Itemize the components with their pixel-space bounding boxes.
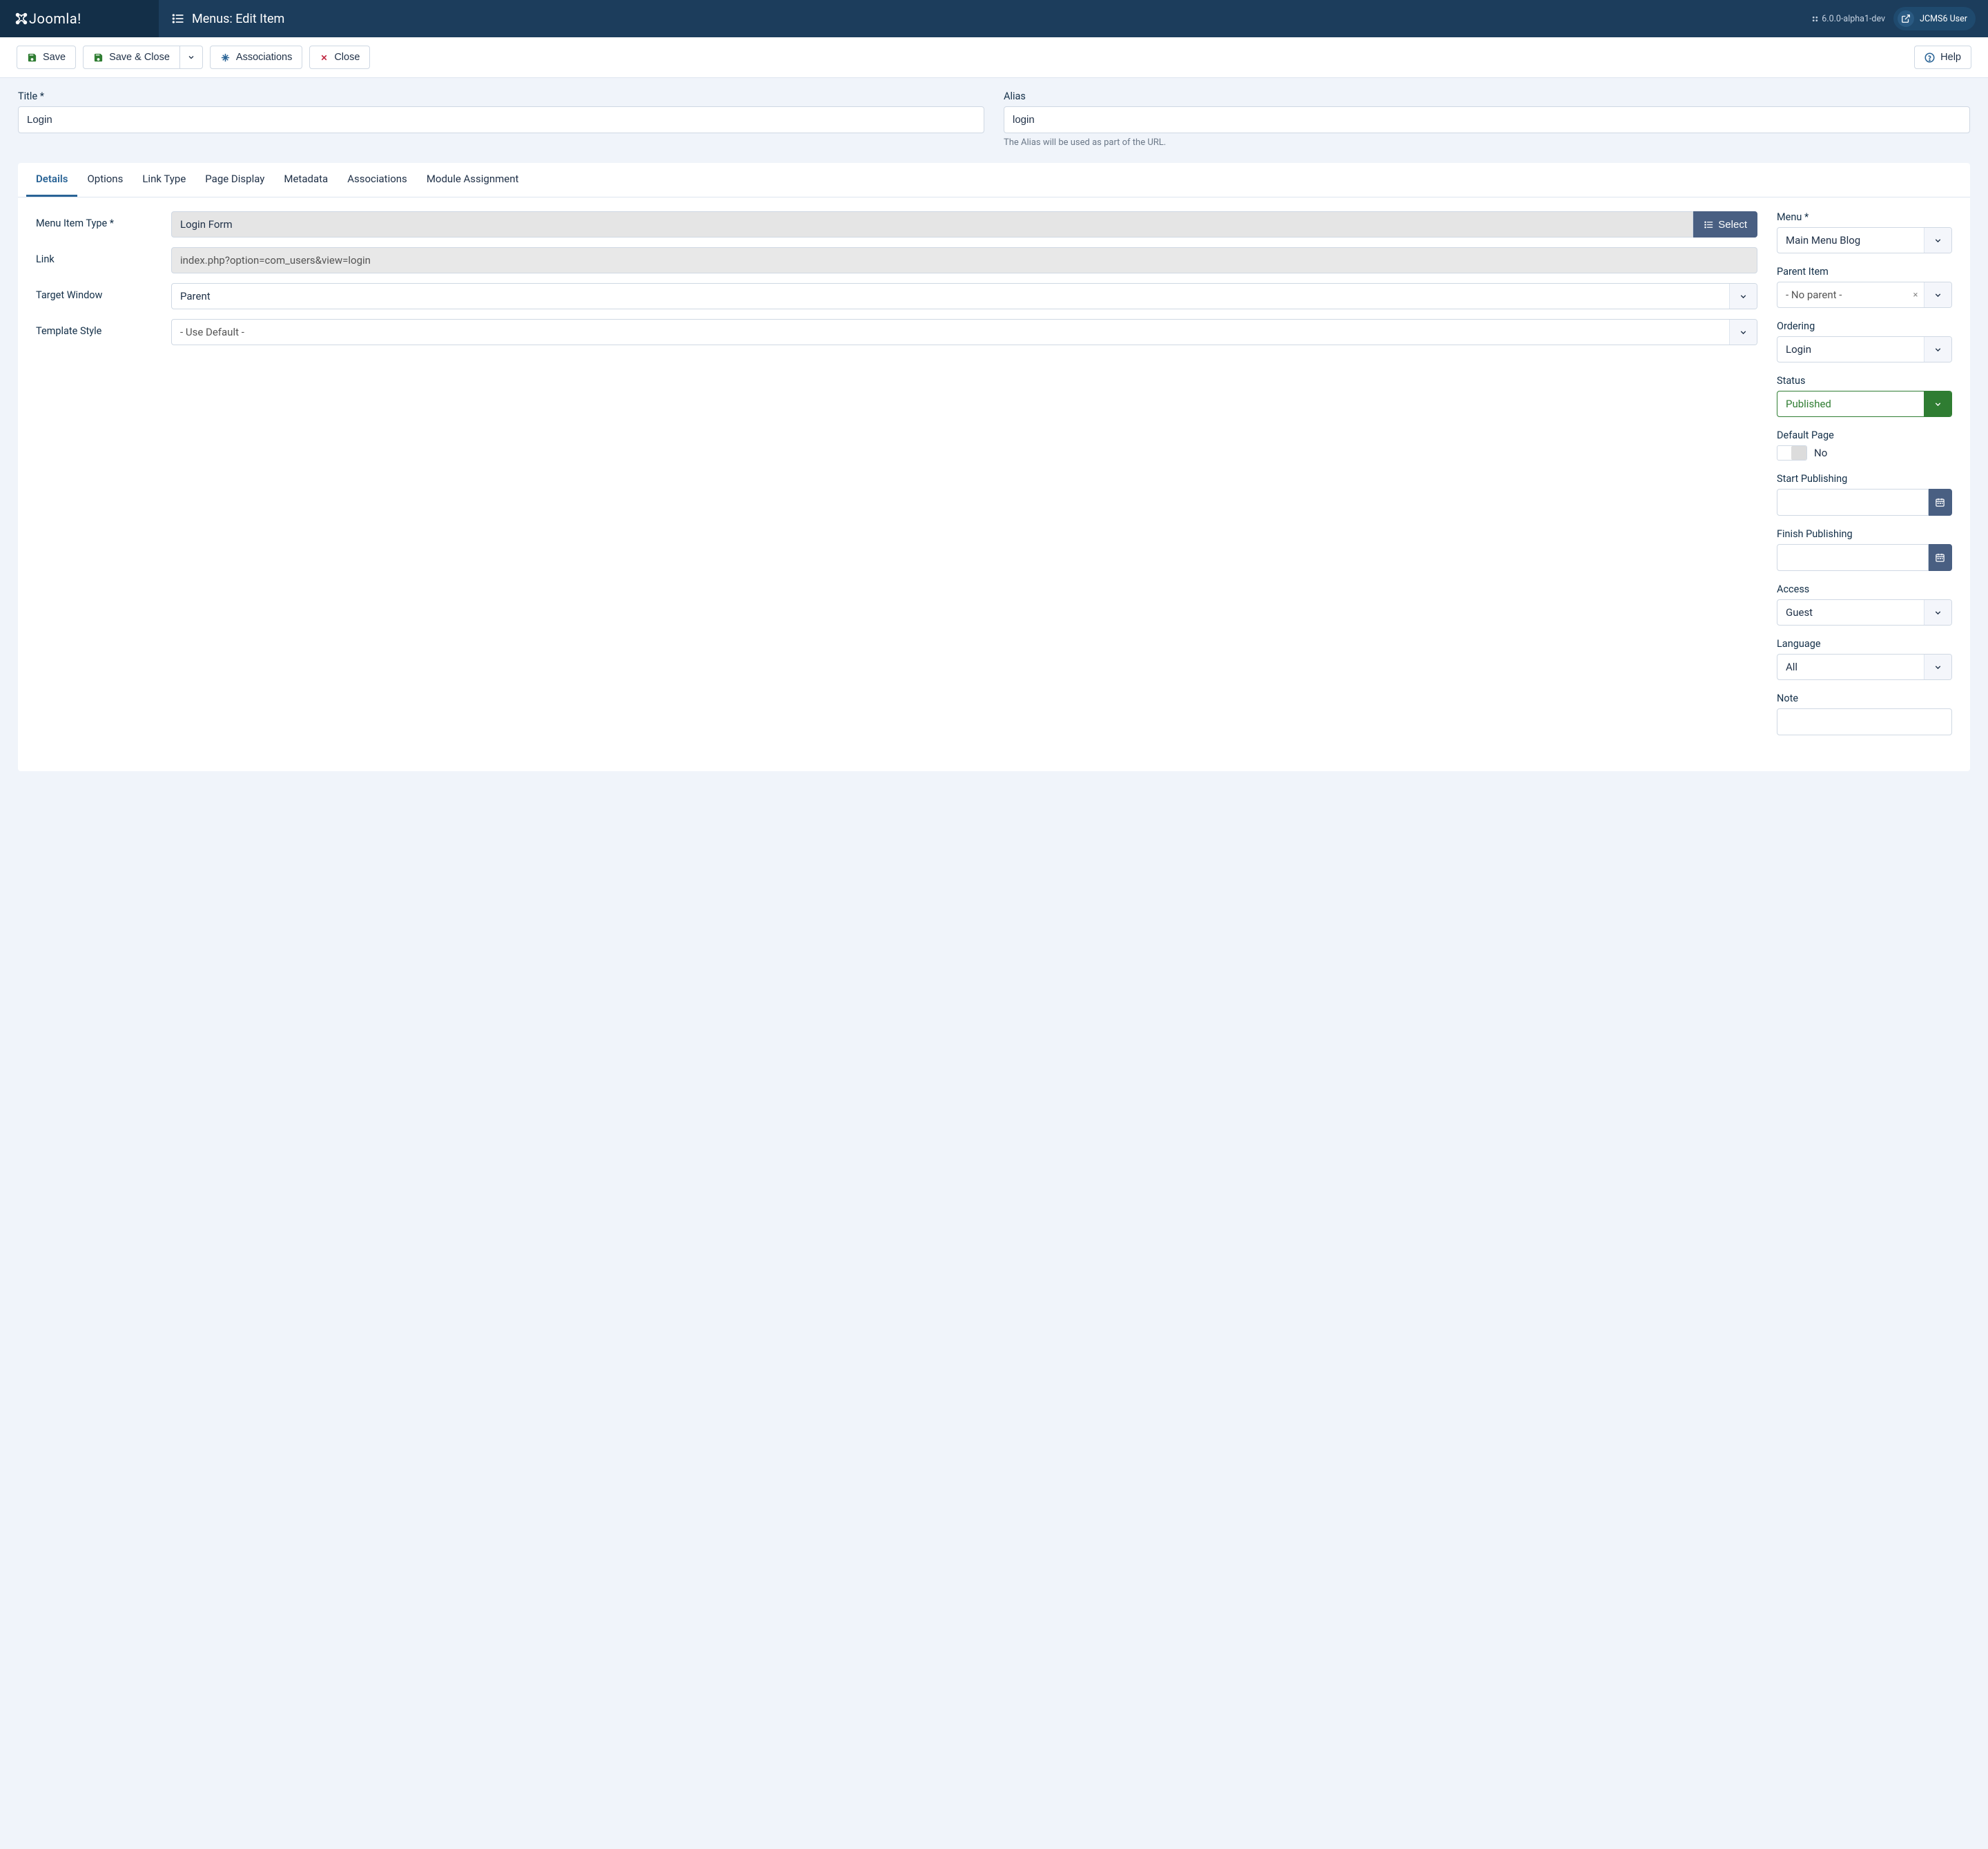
link-value: index.php?option=com_users&view=login: [171, 247, 1757, 273]
help-icon: [1924, 52, 1935, 63]
tabs: Details Options Link Type Page Display M…: [18, 163, 1970, 197]
chevron-down-icon: [1924, 282, 1951, 307]
brand-text: Joomla!: [29, 10, 81, 27]
joomla-mini-icon: [1811, 15, 1819, 23]
alias-input[interactable]: [1004, 106, 1970, 133]
save-icon: [27, 52, 37, 63]
tab-details[interactable]: Details: [26, 163, 77, 197]
ordering-label: Ordering: [1777, 320, 1952, 332]
save-button[interactable]: Save: [17, 46, 76, 69]
calendar-icon: [1935, 497, 1945, 507]
access-select[interactable]: Guest: [1777, 599, 1952, 626]
save-close-group: Save & Close: [83, 46, 203, 69]
external-link-icon: [1898, 10, 1914, 27]
chevron-down-icon: [1924, 600, 1951, 625]
language-select[interactable]: All: [1777, 654, 1952, 680]
menu-select[interactable]: Main Menu Blog: [1777, 227, 1952, 253]
chevron-down-icon: [1729, 320, 1757, 345]
ordering-select[interactable]: Login: [1777, 336, 1952, 362]
app-header: Joomla! Menus: Edit Item 6.0.0-alpha1-de…: [0, 0, 1988, 37]
save-icon: [93, 52, 104, 63]
chevron-down-icon: [187, 53, 195, 61]
user-chip[interactable]: JCMS6 User: [1893, 7, 1976, 30]
associations-icon: [220, 52, 231, 63]
tab-page-display[interactable]: Page Display: [195, 163, 274, 197]
alias-help-text: The Alias will be used as part of the UR…: [1004, 137, 1970, 148]
chevron-down-icon: [1924, 391, 1951, 416]
menu-item-type-value: Login Form: [171, 211, 1693, 238]
form-body: Menu Item Type * Login Form Select Link …: [18, 197, 1970, 771]
edit-panel: Details Options Link Type Page Display M…: [18, 163, 1970, 771]
start-publishing-calendar-button[interactable]: [1929, 489, 1952, 516]
parent-item-select[interactable]: - No parent - ×: [1777, 282, 1952, 308]
main-column: Menu Item Type * Login Form Select Link …: [36, 211, 1757, 748]
user-name: JCMS6 User: [1920, 14, 1967, 24]
default-page-label: Default Page: [1777, 429, 1952, 441]
list-icon: [1704, 220, 1714, 230]
status-label: Status: [1777, 375, 1952, 387]
tab-associations[interactable]: Associations: [338, 163, 417, 197]
language-label: Language: [1777, 638, 1952, 650]
finish-publishing-calendar-button[interactable]: [1929, 544, 1952, 571]
save-close-button[interactable]: Save & Close: [83, 46, 180, 69]
alias-label: Alias: [1004, 90, 1970, 102]
page-title-area: Menus: Edit Item: [159, 12, 1811, 26]
chevron-down-icon: [1729, 284, 1757, 309]
finish-publishing-label: Finish Publishing: [1777, 528, 1952, 540]
joomla-logo-icon: [14, 11, 29, 26]
link-label: Link: [36, 247, 171, 265]
note-label: Note: [1777, 693, 1952, 704]
title-input[interactable]: [18, 106, 984, 133]
tab-module-assignment[interactable]: Module Assignment: [417, 163, 529, 197]
save-close-dropdown[interactable]: [180, 46, 203, 69]
target-window-select[interactable]: Parent: [171, 283, 1757, 309]
default-page-toggle[interactable]: [1777, 445, 1807, 461]
default-page-value: No: [1814, 447, 1827, 459]
associations-button[interactable]: Associations: [210, 46, 302, 69]
template-style-label: Template Style: [36, 319, 171, 337]
toolbar: Save Save & Close Associations Close Hel…: [0, 37, 1988, 78]
menu-item-type-label: Menu Item Type *: [36, 211, 171, 229]
title-alias-row: Title * Alias The Alias will be used as …: [0, 78, 1988, 151]
start-publishing-input[interactable]: [1777, 489, 1929, 516]
select-type-button[interactable]: Select: [1693, 211, 1757, 238]
target-window-label: Target Window: [36, 283, 171, 301]
brand: Joomla!: [0, 0, 159, 37]
version-label: 6.0.0-alpha1-dev: [1811, 14, 1885, 24]
close-button[interactable]: Close: [309, 46, 370, 69]
tab-link-type[interactable]: Link Type: [133, 163, 195, 197]
calendar-icon: [1935, 552, 1945, 563]
page-title: Menus: Edit Item: [192, 12, 284, 26]
access-label: Access: [1777, 583, 1952, 595]
template-style-select[interactable]: - Use Default -: [171, 319, 1757, 345]
tab-metadata[interactable]: Metadata: [274, 163, 338, 197]
clear-parent-icon[interactable]: ×: [1907, 282, 1924, 307]
chevron-down-icon: [1924, 337, 1951, 362]
parent-item-label: Parent Item: [1777, 266, 1952, 278]
help-button[interactable]: Help: [1914, 46, 1971, 69]
menu-list-icon: [171, 12, 185, 26]
finish-publishing-input[interactable]: [1777, 544, 1929, 571]
note-input[interactable]: [1777, 708, 1952, 735]
close-icon: [320, 53, 329, 62]
menu-label: Menu *: [1777, 211, 1952, 223]
header-right: 6.0.0-alpha1-dev JCMS6 User: [1811, 7, 1988, 30]
side-column: Menu * Main Menu Blog Parent Item - No p…: [1777, 211, 1952, 748]
title-label: Title *: [18, 90, 984, 102]
chevron-down-icon: [1924, 655, 1951, 679]
status-select[interactable]: Published: [1777, 391, 1952, 417]
tab-options[interactable]: Options: [77, 163, 133, 197]
chevron-down-icon: [1924, 228, 1951, 253]
start-publishing-label: Start Publishing: [1777, 473, 1952, 485]
